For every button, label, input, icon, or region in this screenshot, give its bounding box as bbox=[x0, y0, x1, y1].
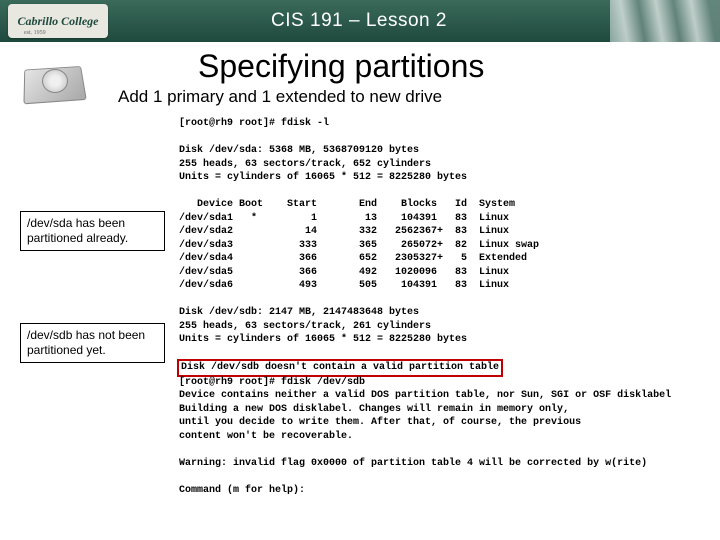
prompt-line-2: [root@rh9 root]# fdisk /dev/sdb bbox=[179, 377, 365, 388]
heading-row: Specifying partitions Add 1 primary and … bbox=[20, 48, 700, 107]
callout-sda: /dev/sda has been partitioned already. bbox=[20, 211, 165, 251]
logo-subtext: est. 1959 bbox=[24, 30, 46, 36]
command-prompt: Command (m for help): bbox=[179, 485, 305, 496]
logo-text: Cabrillo College bbox=[18, 14, 99, 29]
headings: Specifying partitions Add 1 primary and … bbox=[88, 48, 700, 107]
warning-line: Warning: invalid flag 0x0000 of partitio… bbox=[179, 458, 647, 469]
lesson-title: CIS 191 – Lesson 2 bbox=[108, 10, 610, 32]
prompt-line: [root@rh9 root]# fdisk -l bbox=[179, 118, 329, 129]
callout-column: /dev/sda has been partitioned already. /… bbox=[20, 117, 165, 363]
page-subtitle: Add 1 primary and 1 extended to new driv… bbox=[118, 87, 700, 107]
fdisk-message: Device contains neither a valid DOS part… bbox=[179, 390, 671, 442]
harddrive-icon bbox=[20, 58, 88, 106]
partition-table: Device Boot Start End Blocks Id System /… bbox=[179, 199, 539, 291]
disk-sda-header: Disk /dev/sda: 5368 MB, 5368709120 bytes… bbox=[179, 145, 467, 183]
terminal-output: [root@rh9 root]# fdisk -l Disk /dev/sda:… bbox=[165, 117, 700, 497]
slide-content: Specifying partitions Add 1 primary and … bbox=[0, 48, 720, 507]
terminal-area: /dev/sda has been partitioned already. /… bbox=[20, 117, 700, 497]
error-highlight: Disk /dev/sdb doesn't contain a valid pa… bbox=[177, 359, 503, 377]
callout-sdb: /dev/sdb has not been partitioned yet. bbox=[20, 323, 165, 363]
banner-photo bbox=[610, 0, 720, 42]
page-title: Specifying partitions bbox=[198, 48, 700, 85]
slide-banner: Cabrillo College est. 1959 CIS 191 – Les… bbox=[0, 0, 720, 42]
disk-sdb-header: Disk /dev/sdb: 2147 MB, 2147483648 bytes… bbox=[179, 307, 467, 345]
college-logo: Cabrillo College est. 1959 bbox=[8, 4, 108, 38]
